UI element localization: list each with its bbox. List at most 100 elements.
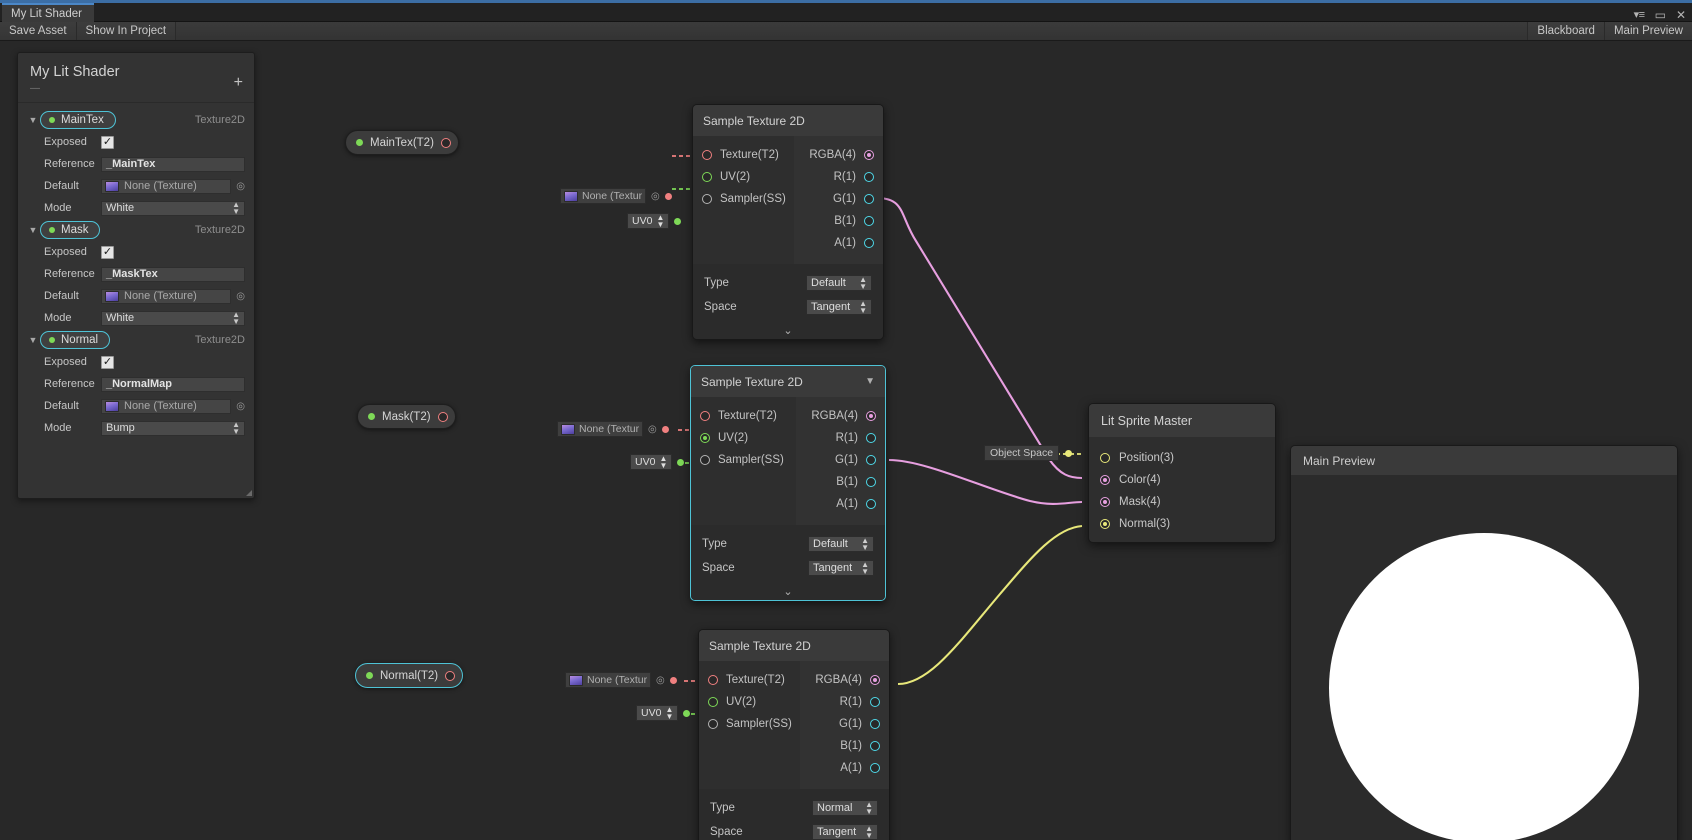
port-row-texture[interactable]: Texture(T2) xyxy=(691,405,796,427)
exposed-checkbox[interactable]: ✓ xyxy=(101,356,114,369)
output-port-b[interactable] xyxy=(866,477,876,487)
property-node-output-port[interactable] xyxy=(438,412,448,422)
default-texture-field[interactable]: None (Texture) xyxy=(101,179,231,194)
input-port-uv[interactable] xyxy=(700,433,710,443)
input-port-texture[interactable] xyxy=(700,411,710,421)
output-port-r[interactable] xyxy=(864,172,874,182)
port-row-g[interactable]: G(1) xyxy=(796,449,885,471)
output-port-rgba[interactable] xyxy=(864,150,874,160)
chevron-down-icon[interactable]: ▼ xyxy=(865,376,875,387)
master-input-port-normal[interactable] xyxy=(1100,519,1110,529)
chevron-down-icon[interactable]: ▼ xyxy=(26,335,40,345)
master-port-row-mask[interactable]: Mask(4) xyxy=(1089,491,1275,513)
output-port-a[interactable] xyxy=(864,238,874,248)
node-title-bar[interactable]: Sample Texture 2D xyxy=(699,630,889,661)
uv-dropdown[interactable]: UV0 ▲▼ xyxy=(636,705,678,721)
object-picker-icon[interactable]: ◎ xyxy=(236,401,245,412)
blackboard-property-maintex[interactable]: ▼ MainTex Texture2D xyxy=(18,109,254,131)
property-node-normal[interactable]: Normal(T2) xyxy=(355,663,463,688)
input-port-sampler[interactable] xyxy=(702,194,712,204)
property-pill-normal[interactable]: Normal xyxy=(40,331,110,349)
texture-object-field[interactable]: None (Texture) xyxy=(560,188,646,204)
node-expand-button[interactable]: ⌄ xyxy=(691,583,885,600)
graph-canvas[interactable]: My Lit Shader — + ▼ MainTex Texture2D Ex… xyxy=(0,41,1692,840)
port-row-sampler[interactable]: Sampler(SS) xyxy=(699,713,800,735)
port-row-b[interactable]: B(1) xyxy=(796,471,885,493)
mode-dropdown[interactable]: White ▲▼ xyxy=(101,311,245,326)
mode-dropdown[interactable]: White ▲▼ xyxy=(101,201,245,216)
property-node-output-port[interactable] xyxy=(441,138,451,148)
tab-shader-graph[interactable]: My Lit Shader xyxy=(2,3,94,22)
chevron-down-icon[interactable]: ▼ xyxy=(26,115,40,125)
main-preview-body[interactable] xyxy=(1291,475,1677,840)
port-row-r[interactable]: R(1) xyxy=(800,691,889,713)
reference-input[interactable]: _MainTex xyxy=(101,157,245,172)
input-port-uv[interactable] xyxy=(708,697,718,707)
node-lit-sprite-master[interactable]: Lit Sprite Master Position(3) Color(4) M… xyxy=(1088,403,1276,543)
port-row-sampler[interactable]: Sampler(SS) xyxy=(691,449,796,471)
property-node-maintex[interactable]: MainTex(T2) xyxy=(345,130,459,155)
main-preview-toggle-button[interactable]: Main Preview xyxy=(1604,22,1692,40)
output-port-g[interactable] xyxy=(864,194,874,204)
input-port-sampler[interactable] xyxy=(708,719,718,729)
object-picker-icon[interactable]: ◎ xyxy=(648,424,657,435)
port-row-b[interactable]: B(1) xyxy=(794,210,883,232)
uv-dropdown[interactable]: UV0 ▲▼ xyxy=(630,454,672,470)
texture-slot-widget-1[interactable]: None (Texture) ◎ xyxy=(560,188,672,204)
type-dropdown[interactable]: Default ▲▼ xyxy=(806,275,872,291)
mode-dropdown[interactable]: Bump ▲▼ xyxy=(101,421,245,436)
master-node-title-bar[interactable]: Lit Sprite Master xyxy=(1089,404,1275,437)
blackboard-toggle-button[interactable]: Blackboard xyxy=(1527,22,1604,40)
uv-slot-widget-3[interactable]: UV0 ▲▼ xyxy=(636,705,690,721)
port-row-g[interactable]: G(1) xyxy=(800,713,889,735)
input-port-texture[interactable] xyxy=(702,150,712,160)
default-texture-field[interactable]: None (Texture) xyxy=(101,289,231,304)
port-row-uv[interactable]: UV(2) xyxy=(693,166,794,188)
port-row-rgba[interactable]: RGBA(4) xyxy=(794,144,883,166)
object-space-slot-widget[interactable]: Object Space xyxy=(984,445,1072,461)
property-node-output-port[interactable] xyxy=(445,671,455,681)
output-port-g[interactable] xyxy=(866,455,876,465)
output-port-a[interactable] xyxy=(870,763,880,773)
resize-handle[interactable] xyxy=(246,490,252,496)
port-row-r[interactable]: R(1) xyxy=(794,166,883,188)
property-pill-maintex[interactable]: MainTex xyxy=(40,111,116,129)
port-row-uv[interactable]: UV(2) xyxy=(699,691,800,713)
add-property-button[interactable]: + xyxy=(234,75,243,91)
master-port-row-normal[interactable]: Normal(3) xyxy=(1089,513,1275,535)
space-dropdown[interactable]: Tangent ▲▼ xyxy=(806,299,872,315)
blackboard-panel[interactable]: My Lit Shader — + ▼ MainTex Texture2D Ex… xyxy=(17,52,255,499)
exposed-checkbox[interactable]: ✓ xyxy=(101,136,114,149)
object-picker-icon[interactable]: ◎ xyxy=(236,291,245,302)
object-space-field[interactable]: Object Space xyxy=(984,445,1059,461)
output-port-b[interactable] xyxy=(864,216,874,226)
master-input-port-color[interactable] xyxy=(1100,475,1110,485)
port-row-rgba[interactable]: RGBA(4) xyxy=(800,669,889,691)
type-dropdown[interactable]: Default ▲▼ xyxy=(808,536,874,552)
chevron-down-icon[interactable]: ▼ xyxy=(26,225,40,235)
uv-dropdown[interactable]: UV0 ▲▼ xyxy=(627,213,669,229)
output-port-g[interactable] xyxy=(870,719,880,729)
master-port-row-position[interactable]: Position(3) xyxy=(1089,447,1275,469)
show-in-project-button[interactable]: Show In Project xyxy=(77,22,177,40)
node-title-bar[interactable]: Sample Texture 2D xyxy=(693,105,883,136)
object-picker-icon[interactable]: ◎ xyxy=(656,675,665,686)
main-preview-panel[interactable]: Main Preview xyxy=(1290,445,1678,840)
master-input-port-mask[interactable] xyxy=(1100,497,1110,507)
master-input-port-position[interactable] xyxy=(1100,453,1110,463)
space-dropdown[interactable]: Tangent ▲▼ xyxy=(812,824,878,840)
uv-slot-widget-1[interactable]: UV0 ▲▼ xyxy=(627,213,681,229)
output-port-rgba[interactable] xyxy=(870,675,880,685)
port-row-texture[interactable]: Texture(T2) xyxy=(693,144,794,166)
output-port-rgba[interactable] xyxy=(866,411,876,421)
texture-object-field[interactable]: None (Texture) xyxy=(557,421,643,437)
input-port-sampler[interactable] xyxy=(700,455,710,465)
property-pill-mask[interactable]: Mask xyxy=(40,221,100,239)
port-row-r[interactable]: R(1) xyxy=(796,427,885,449)
texture-slot-widget-3[interactable]: None (Texture) ◎ xyxy=(565,672,677,688)
output-port-r[interactable] xyxy=(866,433,876,443)
output-port-b[interactable] xyxy=(870,741,880,751)
node-sample-texture-2d-1[interactable]: Sample Texture 2D Texture(T2) UV(2) Samp… xyxy=(692,104,884,340)
port-row-a[interactable]: A(1) xyxy=(800,757,889,779)
port-row-b[interactable]: B(1) xyxy=(800,735,889,757)
